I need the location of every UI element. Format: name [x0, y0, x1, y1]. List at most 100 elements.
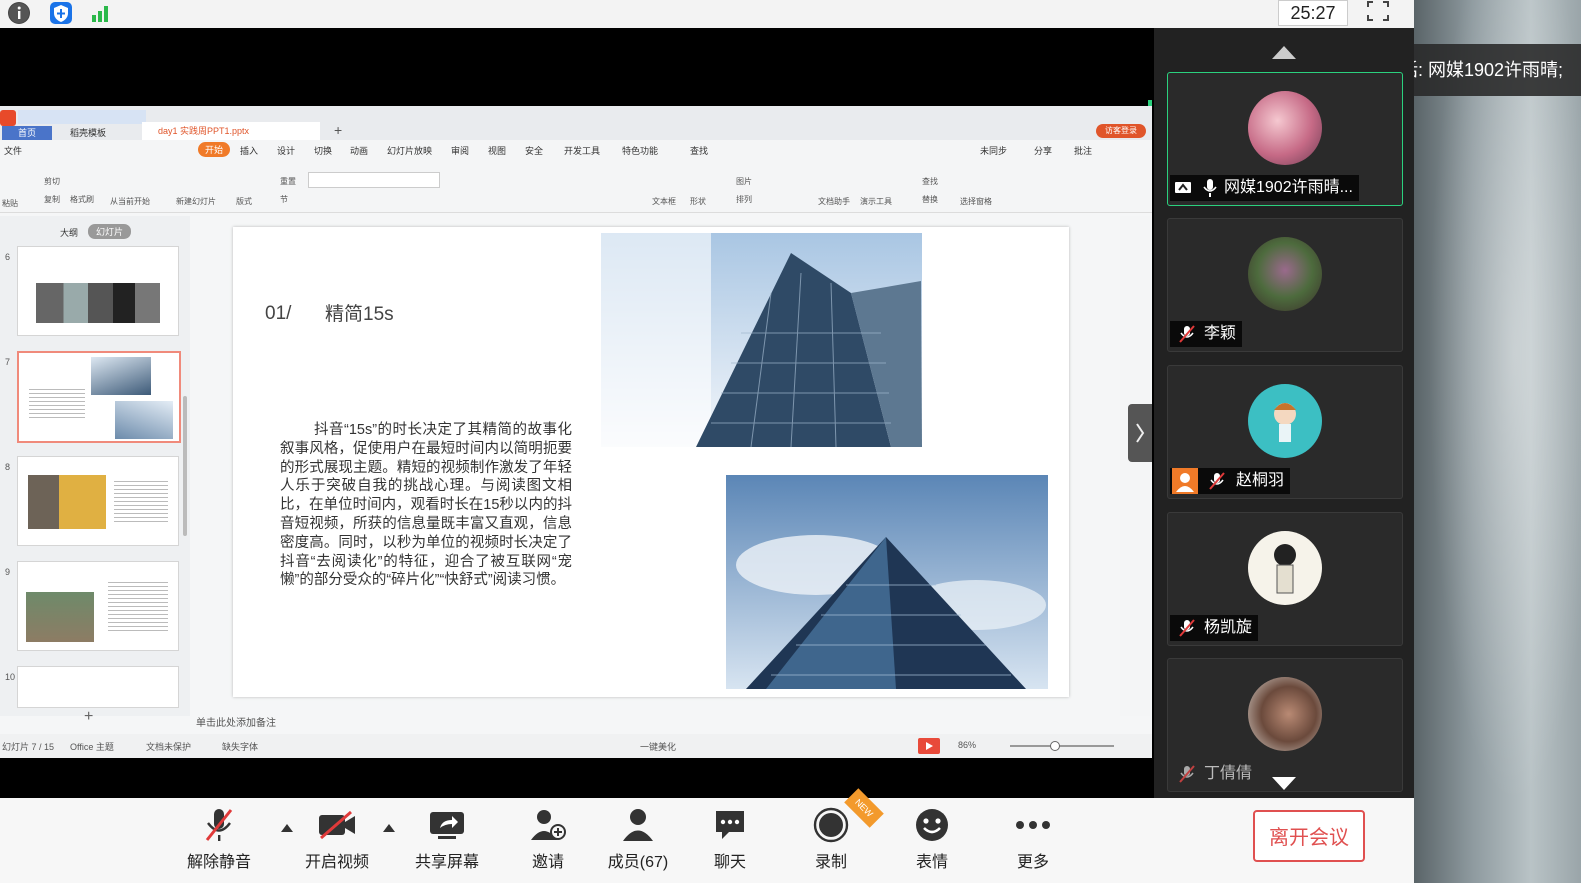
play-from-current-button[interactable]: 从当前开始 — [110, 196, 150, 207]
zoom-slider[interactable] — [1010, 745, 1114, 747]
copy-button[interactable]: 复制 — [44, 194, 60, 205]
info-icon[interactable] — [8, 2, 30, 24]
new-slide-button[interactable]: 新建幻灯片 — [176, 196, 216, 207]
participant-namebar: 网媒1902许雨晴... — [1170, 175, 1359, 201]
more-button[interactable]: 更多 — [988, 806, 1078, 872]
slide-number: 9 — [5, 567, 11, 577]
signal-bars-icon[interactable] — [90, 2, 112, 24]
font-select[interactable] — [308, 172, 440, 188]
menu-devtools[interactable]: 开发工具 — [564, 144, 600, 157]
participant-tile[interactable]: 杨凯旋 — [1167, 512, 1403, 646]
participant-name: 赵桐羽 — [1236, 472, 1285, 489]
participant-namebar: 赵桐羽 — [1170, 468, 1291, 494]
slide-thumbnail[interactable] — [17, 456, 179, 546]
arrange-button[interactable]: 排列 — [736, 194, 752, 205]
comment-link[interactable]: 批注 — [1074, 144, 1092, 157]
participant-tile[interactable]: 赵桐羽 — [1167, 365, 1403, 499]
notes-placeholder[interactable]: 单击此处添加备注 — [196, 714, 276, 729]
slide-thumbnail-selected[interactable] — [17, 351, 181, 443]
slide-canvas: 01/ 精简15s 抖音“15s”的时长决定了其精简的故事化叙事风格，促使用户在… — [233, 227, 1069, 697]
collapse-pane-icon[interactable] — [1128, 404, 1152, 462]
presentation-tools-button[interactable]: 演示工具 — [860, 196, 892, 207]
unmute-button[interactable]: 解除静音 — [174, 806, 264, 872]
slide-thumbnail[interactable] — [17, 561, 179, 651]
leave-meeting-button[interactable]: 离开会议 — [1253, 810, 1365, 862]
shape-button[interactable]: 形状 — [690, 196, 706, 207]
new-tab-icon[interactable]: + — [334, 122, 342, 138]
tab-document[interactable]: day1 实践周PPT1.pptx — [142, 122, 320, 140]
share-screen-button[interactable]: 共享屏幕 — [402, 806, 492, 872]
mic-muted-icon — [1179, 765, 1195, 783]
invite-button[interactable]: 邀请 — [503, 806, 593, 872]
menu-slideshow[interactable]: 幻灯片放映 — [387, 144, 432, 157]
video-options-caret-icon[interactable] — [383, 824, 395, 832]
scroll-up-arrow-icon[interactable] — [1270, 44, 1298, 65]
menu-security[interactable]: 安全 — [525, 144, 543, 157]
tab-home[interactable]: 首页 — [2, 126, 52, 140]
slide-body-text: 抖音“15s”的时长决定了其精简的故事化叙事风格，促使用户在最短时间内以简明扼要… — [280, 422, 572, 589]
share-link[interactable]: 分享 — [1034, 144, 1052, 157]
participant-tile[interactable]: 李颖 — [1167, 218, 1403, 352]
layout-button[interactable]: 版式 — [236, 196, 252, 207]
members-button[interactable]: 成员(67) — [593, 806, 683, 872]
chat-button[interactable]: 聊天 — [685, 806, 775, 872]
slide-thumbnail[interactable] — [17, 246, 179, 336]
tab-templates[interactable]: 稻壳模板 — [56, 126, 136, 140]
participant-namebar: 丁倩倩 — [1170, 761, 1258, 787]
menu-file[interactable]: 文件 — [4, 144, 22, 157]
menu-start[interactable]: 开始 — [198, 142, 231, 157]
security-shield-icon[interactable] — [50, 2, 72, 24]
login-button[interactable]: 访客登录 — [1096, 124, 1146, 138]
participant-tile[interactable]: 丁倩倩 — [1167, 658, 1403, 792]
menu-transition[interactable]: 切换 — [314, 144, 332, 157]
slide-section-number: 01/ — [265, 303, 292, 324]
section-button[interactable]: 节 — [280, 194, 288, 205]
more-dots-icon — [988, 806, 1078, 844]
menu-view[interactable]: 视图 — [488, 144, 506, 157]
beautify-button[interactable]: 一键美化 — [640, 740, 676, 753]
protect-status[interactable]: 文档未保护 — [146, 740, 191, 753]
zoom-slider-thumb[interactable] — [1050, 741, 1060, 751]
find-button[interactable]: 查找 — [922, 176, 938, 187]
menu-review[interactable]: 审阅 — [451, 144, 469, 157]
shared-screen: 首页 稻壳模板 day1 实践周PPT1.pptx + 访客登录 文件 开始 插… — [0, 106, 1152, 758]
mic-muted-icon — [1209, 472, 1225, 490]
zoom-level[interactable]: 86% — [958, 740, 976, 750]
participant-name: 网媒1902许雨晴... — [1224, 179, 1353, 196]
play-slideshow-icon[interactable] — [918, 738, 940, 754]
scroll-down-arrow-icon[interactable] — [1270, 776, 1298, 797]
thumbnail-scrollbar[interactable] — [183, 396, 187, 536]
reset-button[interactable]: 重置 — [280, 176, 296, 187]
picture-button[interactable]: 图片 — [736, 176, 752, 187]
doc-assistant-button[interactable]: 文档助手 — [818, 196, 850, 207]
avatar — [1248, 91, 1322, 165]
wps-ribbon: 粘贴 剪切 复制 格式刷 从当前开始 新建幻灯片 版式 重置 节 文本框 形状 … — [0, 160, 1152, 213]
members-icon — [593, 806, 683, 844]
add-slide-icon[interactable]: + — [84, 708, 93, 726]
participant-tile[interactable]: 网媒1902许雨晴... — [1167, 72, 1403, 206]
menu-design[interactable]: 设计 — [277, 144, 295, 157]
tab-slides[interactable]: 幻灯片 — [88, 224, 132, 239]
cut-button[interactable]: 剪切 — [44, 176, 60, 187]
tab-outline[interactable]: 大纲 — [60, 226, 78, 239]
sync-status[interactable]: 未同步 — [980, 144, 1007, 157]
avatar — [1248, 237, 1322, 311]
reactions-button[interactable]: 表情 — [887, 806, 977, 872]
missing-font-status[interactable]: 缺失字体 — [222, 740, 258, 753]
participant-name: 李颖 — [1204, 325, 1237, 342]
start-video-button[interactable]: 开启视频 — [292, 806, 382, 872]
unmute-label: 解除静音 — [186, 854, 251, 871]
participant-namebar: 杨凯旋 — [1170, 615, 1259, 641]
menu-features[interactable]: 特色功能 — [622, 144, 658, 157]
more-label: 更多 — [1016, 854, 1049, 871]
menu-animation[interactable]: 动画 — [350, 144, 368, 157]
selection-pane-button[interactable]: 选择窗格 — [960, 196, 992, 207]
menu-insert[interactable]: 插入 — [240, 144, 258, 157]
textbox-button[interactable]: 文本框 — [652, 196, 676, 207]
format-painter-button[interactable]: 格式刷 — [70, 194, 94, 205]
replace-button[interactable]: 替换 — [922, 194, 938, 205]
paste-button[interactable]: 粘贴 — [2, 198, 18, 209]
fullscreen-icon[interactable] — [1366, 0, 1390, 22]
slide-thumbnail[interactable] — [17, 666, 179, 708]
menu-find[interactable]: 查找 — [690, 144, 708, 157]
